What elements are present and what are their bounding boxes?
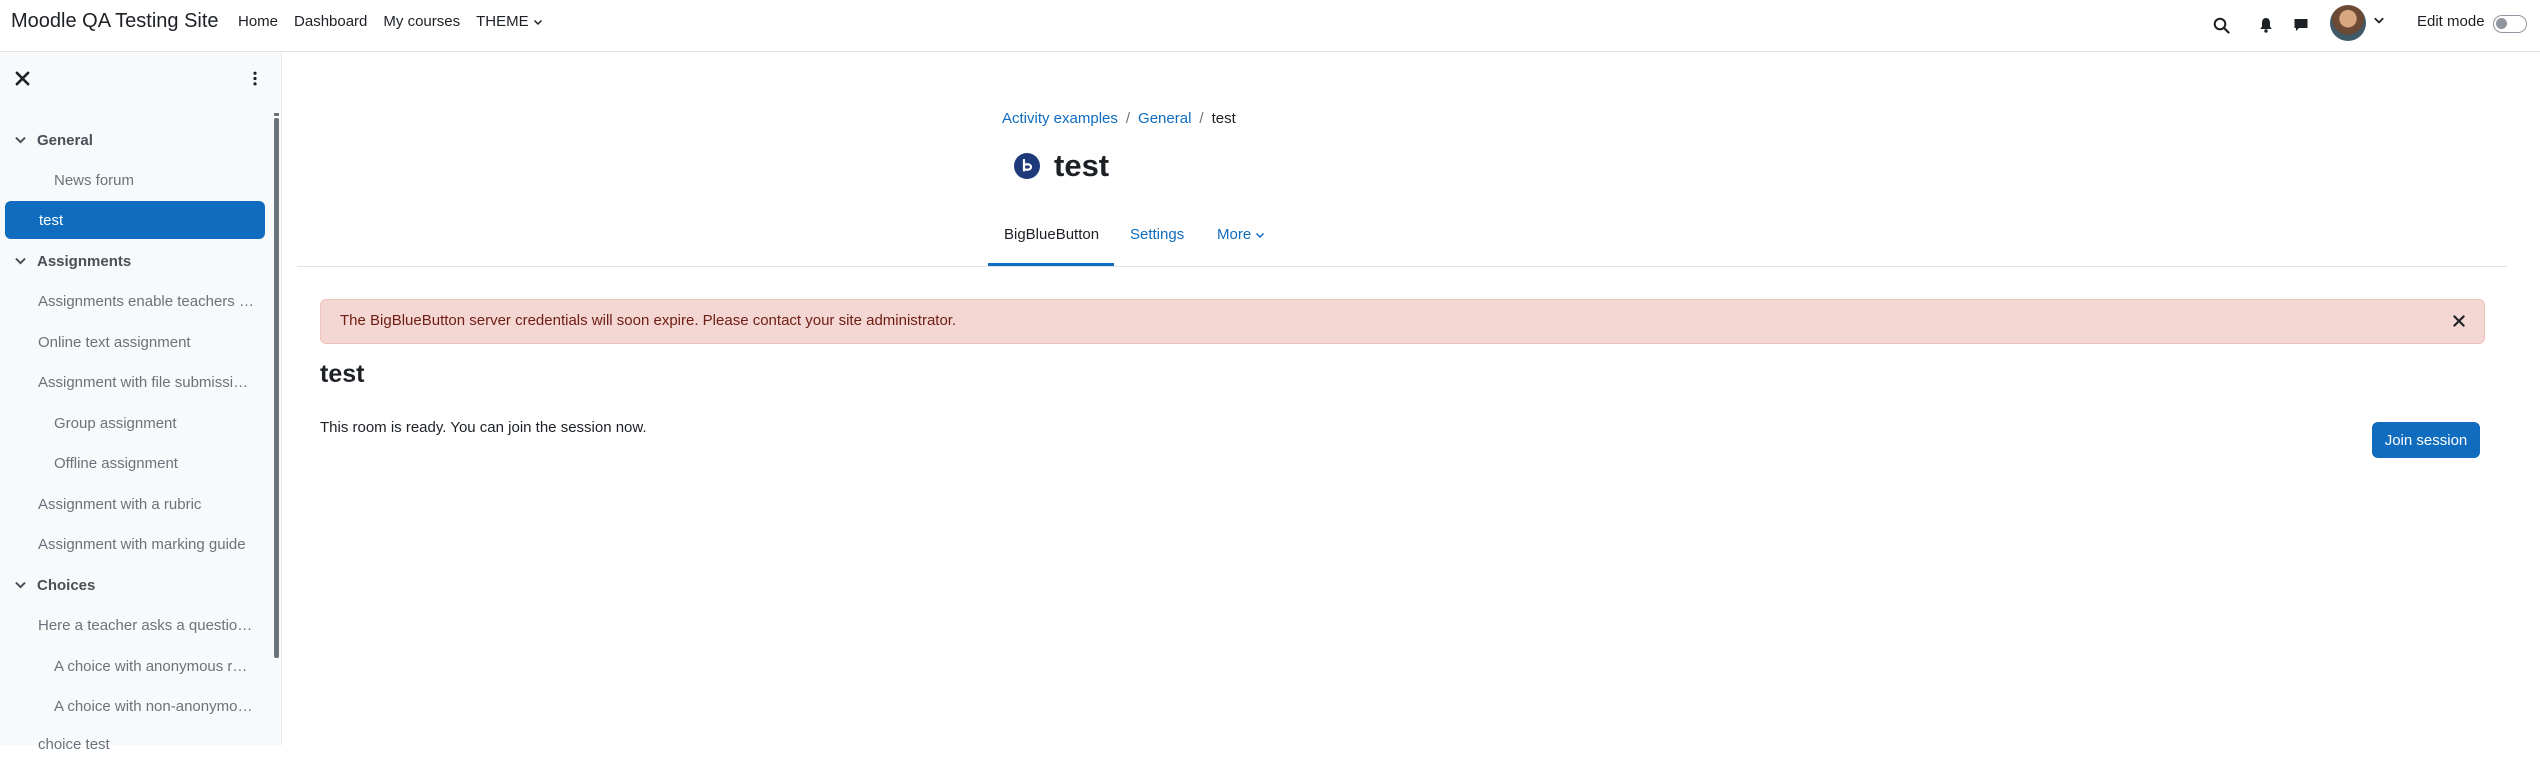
kebab-menu-icon[interactable] [247, 70, 263, 87]
nav-theme-label: THEME [476, 13, 529, 30]
tab-bigbluebutton[interactable]: BigBlueButton [1004, 226, 1099, 243]
chevron-down-icon [1256, 232, 1265, 238]
breadcrumb-activity-examples[interactable]: Activity examples [1002, 110, 1118, 127]
tab-more-label: More [1217, 226, 1252, 243]
tabs-divider [297, 266, 2507, 267]
top-navbar: Moodle QA Testing Site Home Dashboard My… [0, 0, 2540, 52]
content-heading: test [320, 360, 365, 388]
item-label: Assignment with a rubric [38, 495, 202, 513]
item-label: Here a teacher asks a questio… [38, 616, 253, 634]
index-item[interactable]: Online text assignment [0, 323, 270, 361]
nav-theme-dropdown[interactable]: THEME [476, 13, 543, 30]
page-header: test [1014, 148, 1109, 184]
index-item[interactable]: Offline assignment [0, 444, 270, 482]
item-label: Group assignment [54, 414, 177, 432]
breadcrumb-separator: / [1199, 110, 1204, 127]
index-item-test-active[interactable]: test [5, 201, 265, 239]
index-item[interactable]: Assignment with file submissi… [0, 363, 270, 401]
index-item[interactable]: Assignment with marking guide [0, 525, 270, 563]
item-label: choice test [38, 735, 110, 753]
site-name[interactable]: Moodle QA Testing Site [11, 10, 219, 33]
item-label: Online text assignment [38, 333, 191, 351]
notifications-bell-icon[interactable] [2253, 12, 2279, 38]
edit-mode-toggle[interactable] [2493, 15, 2527, 33]
course-index-drawer: General News forum test Assignments Assi… [0, 52, 282, 753]
item-label: Offline assignment [54, 454, 178, 472]
nav-home[interactable]: Home [238, 13, 278, 30]
item-label: Assignment with file submissi… [38, 373, 249, 391]
tab-more[interactable]: More [1217, 226, 1265, 243]
item-label: Assignments enable teachers … [38, 292, 254, 310]
messages-icon[interactable] [2288, 12, 2314, 38]
index-item[interactable]: A choice with non-anonymo… [0, 687, 270, 725]
index-item[interactable]: Assignments enable teachers … [0, 282, 270, 320]
alert-text: The BigBlueButton server credentials wil… [340, 312, 957, 329]
page-title: test [1054, 148, 1110, 183]
section-assignments[interactable]: Assignments [0, 242, 270, 280]
nav-my-courses[interactable]: My courses [383, 13, 460, 30]
chevron-down-icon [533, 19, 542, 25]
breadcrumb: Activity examples / General / test [1002, 110, 1236, 127]
nav-dashboard[interactable]: Dashboard [294, 13, 367, 30]
close-icon[interactable] [14, 70, 31, 87]
bigbluebutton-icon [1014, 153, 1040, 179]
section-choices[interactable]: Choices [0, 566, 270, 604]
toggle-knob [2496, 18, 2507, 29]
breadcrumb-current: test [1211, 110, 1236, 127]
index-item[interactable]: A choice with anonymous r… [0, 647, 270, 685]
section-label: Assignments [37, 252, 132, 270]
scrollbar-top [274, 113, 279, 116]
item-label: A choice with non-anonymo… [54, 697, 253, 715]
primary-navigation: Home Dashboard My courses THEME [238, 13, 559, 30]
chevron-down-icon[interactable] [14, 254, 27, 267]
alert-credentials-warning: The BigBlueButton server credentials wil… [320, 299, 2485, 344]
index-item[interactable]: Assignment with a rubric [0, 485, 270, 523]
chevron-down-icon[interactable] [14, 578, 27, 591]
search-icon[interactable] [2208, 12, 2234, 38]
drawer-scrollbar[interactable] [274, 118, 279, 658]
item-label: Assignment with marking guide [38, 535, 246, 553]
index-item-news-forum[interactable]: News forum [0, 161, 270, 199]
breadcrumb-general[interactable]: General [1138, 110, 1191, 127]
index-item[interactable]: Here a teacher asks a questio… [0, 606, 270, 644]
item-label: News forum [54, 171, 135, 189]
room-status: This room is ready. You can join the ses… [320, 419, 647, 436]
user-menu-chevron-down-icon[interactable] [2373, 14, 2385, 26]
edit-mode-label: Edit mode [2417, 13, 2485, 30]
chevron-down-icon[interactable] [14, 133, 27, 146]
section-label: General [37, 131, 93, 149]
tab-settings[interactable]: Settings [1130, 226, 1184, 243]
join-session-button[interactable]: Join session [2372, 422, 2480, 458]
item-label: A choice with anonymous r… [54, 657, 248, 675]
section-label: Choices [37, 576, 96, 594]
item-label: test [39, 211, 64, 229]
close-icon[interactable] [2452, 314, 2466, 328]
breadcrumb-separator: / [1125, 110, 1131, 127]
index-item[interactable]: Group assignment [0, 404, 270, 442]
section-general[interactable]: General [0, 121, 270, 159]
index-item[interactable]: choice test [0, 725, 270, 763]
user-avatar[interactable] [2330, 5, 2366, 41]
